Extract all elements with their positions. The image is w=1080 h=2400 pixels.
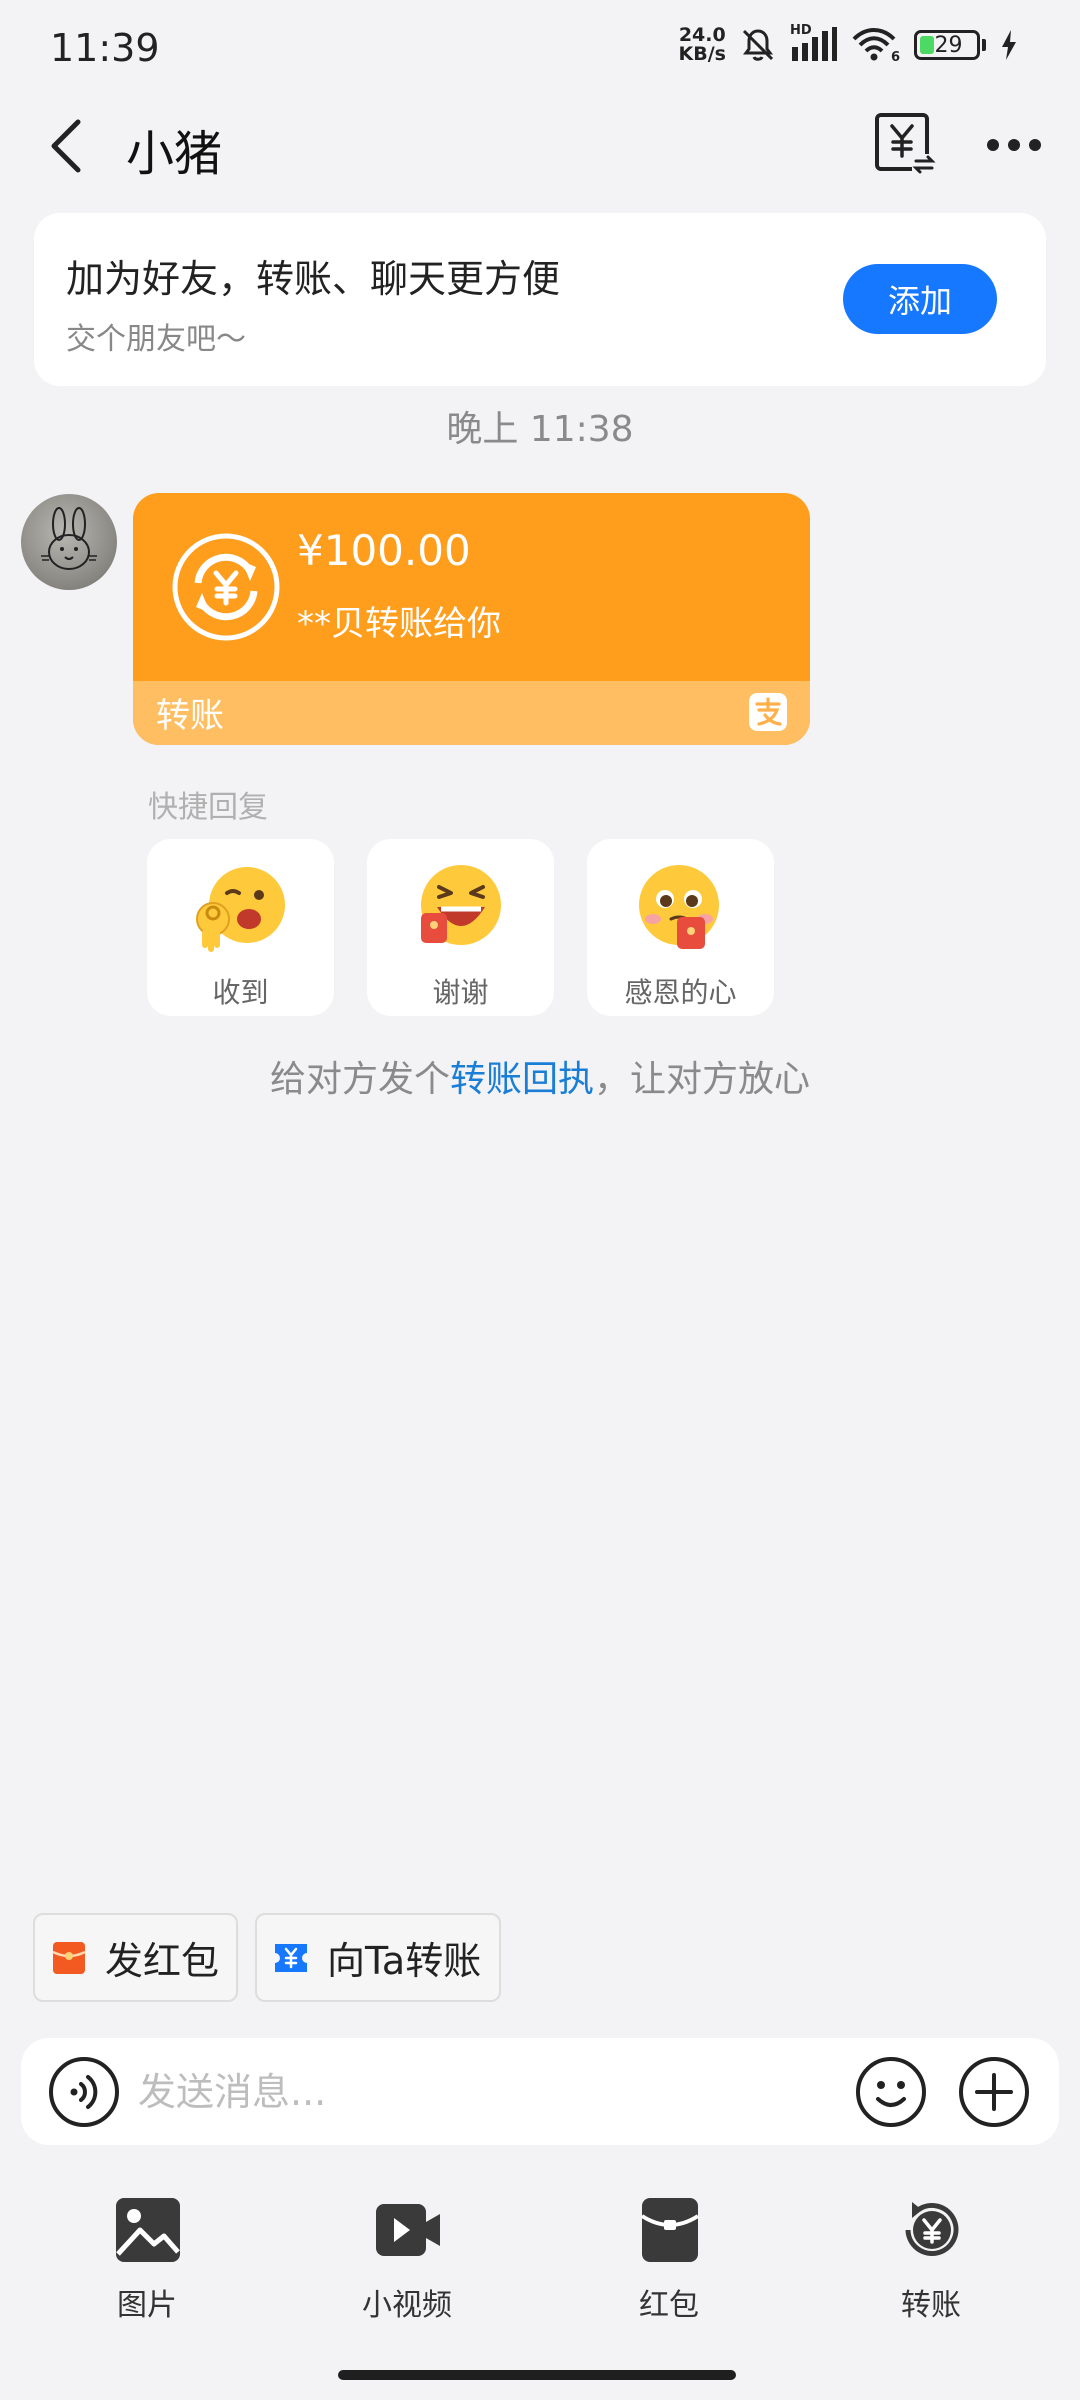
toolbar-label-image: 图片 — [117, 2288, 177, 2323]
toolbar-item-transfer[interactable]: 转账 — [856, 2196, 1006, 2326]
plus-icon[interactable] — [957, 2055, 1031, 2129]
transfer-icon — [905, 2202, 959, 2256]
quick-reply-thanks-label: 谢谢 — [432, 976, 489, 1009]
transfer-cycle-icon — [172, 533, 280, 641]
quick-reply-grateful[interactable]: 感恩的心 — [587, 839, 774, 1016]
battery-icon: 29 — [914, 30, 980, 60]
emoji-icon[interactable] — [854, 2055, 928, 2129]
quick-reply-thanks[interactable]: 谢谢 — [367, 839, 554, 1016]
quick-reply-received-label: 收到 — [212, 976, 269, 1009]
toolbar-label-transfer: 转账 — [901, 2288, 961, 2323]
page-title: 小猪 — [126, 126, 223, 182]
network-speed: 24.0 KB/s — [679, 26, 726, 64]
message-timestamp: 晚上 11:38 — [446, 409, 634, 450]
receipt-hint-before: 给对方发个 — [269, 1059, 450, 1100]
wifi-icon: 6 — [852, 27, 900, 65]
avatar[interactable] — [21, 494, 117, 590]
add-friend-button[interactable]: 添加 — [843, 264, 997, 334]
add-friend-title: 加为好友，转账、聊天更方便 — [66, 257, 561, 301]
toolbar-label-video: 小视频 — [362, 2288, 452, 2323]
ok-emoji-icon — [196, 867, 285, 952]
status-icons: 24.0 KB/s HD 6 29 — [679, 23, 1018, 65]
cellular-signal-icon: HD — [790, 23, 838, 63]
more-icon[interactable] — [986, 136, 1042, 154]
image-icon — [116, 2198, 180, 2262]
message-input[interactable] — [138, 2060, 838, 2124]
voice-input-icon[interactable] — [47, 2055, 121, 2129]
alipay-icon — [749, 693, 787, 731]
video-icon — [376, 2204, 440, 2256]
red-packet-icon — [52, 1941, 86, 1974]
add-friend-subtitle: 交个朋友吧～ — [66, 322, 246, 357]
quick-reply-grateful-label: 感恩的心 — [624, 976, 737, 1009]
network-speed-unit: KB/s — [678, 43, 726, 65]
laughing-emoji-icon — [421, 865, 501, 945]
red-packet-toolbar-icon — [640, 2198, 700, 2262]
transfer-receipt-link[interactable]: 转账回执 — [450, 1059, 594, 1100]
send-red-packet-label: 发红包 — [105, 1939, 220, 1983]
send-red-packet-button[interactable]: 发红包 — [33, 1913, 238, 2002]
toolbar-label-red-packet: 红包 — [639, 2288, 699, 2323]
back-icon[interactable] — [44, 118, 94, 174]
toolbar-item-red-packet[interactable]: 红包 — [594, 2196, 744, 2326]
transfer-to-ta-button[interactable]: 向Ta转账 — [255, 1913, 501, 2002]
battery-cap — [982, 39, 986, 51]
transfer-description: **贝转账给你 — [297, 604, 501, 644]
quick-reply-received[interactable]: 收到 — [147, 839, 334, 1016]
transfer-amount: ¥100.00 — [297, 526, 471, 575]
status-time: 11:39 — [50, 26, 160, 70]
receipt-hint-after: ，让对方放心 — [594, 1059, 811, 1100]
quick-reply-label: 快捷回复 — [148, 790, 268, 825]
grateful-emoji-icon — [639, 865, 719, 949]
transfer-to-ta-label: 向Ta转账 — [327, 1939, 482, 1983]
toolbar-item-image[interactable]: 图片 — [72, 2196, 222, 2326]
transfer-type-label: 转账 — [156, 696, 224, 736]
transfer-card-footer — [133, 681, 810, 745]
transfer-record-icon[interactable] — [874, 112, 936, 176]
wifi-badge: 6 — [890, 50, 900, 65]
home-indicator[interactable] — [338, 2370, 736, 2380]
battery-level: 29 — [934, 32, 963, 58]
toolbar-item-video[interactable]: 小视频 — [332, 2196, 482, 2326]
charging-icon — [1002, 30, 1016, 60]
rabbit-avatar-icon — [41, 507, 97, 570]
transfer-ticket-icon — [275, 1943, 307, 1972]
mute-bell-icon — [742, 29, 774, 61]
transfer-receipt-hint: 给对方发个转账回执，让对方放心 — [0, 1050, 1080, 1102]
